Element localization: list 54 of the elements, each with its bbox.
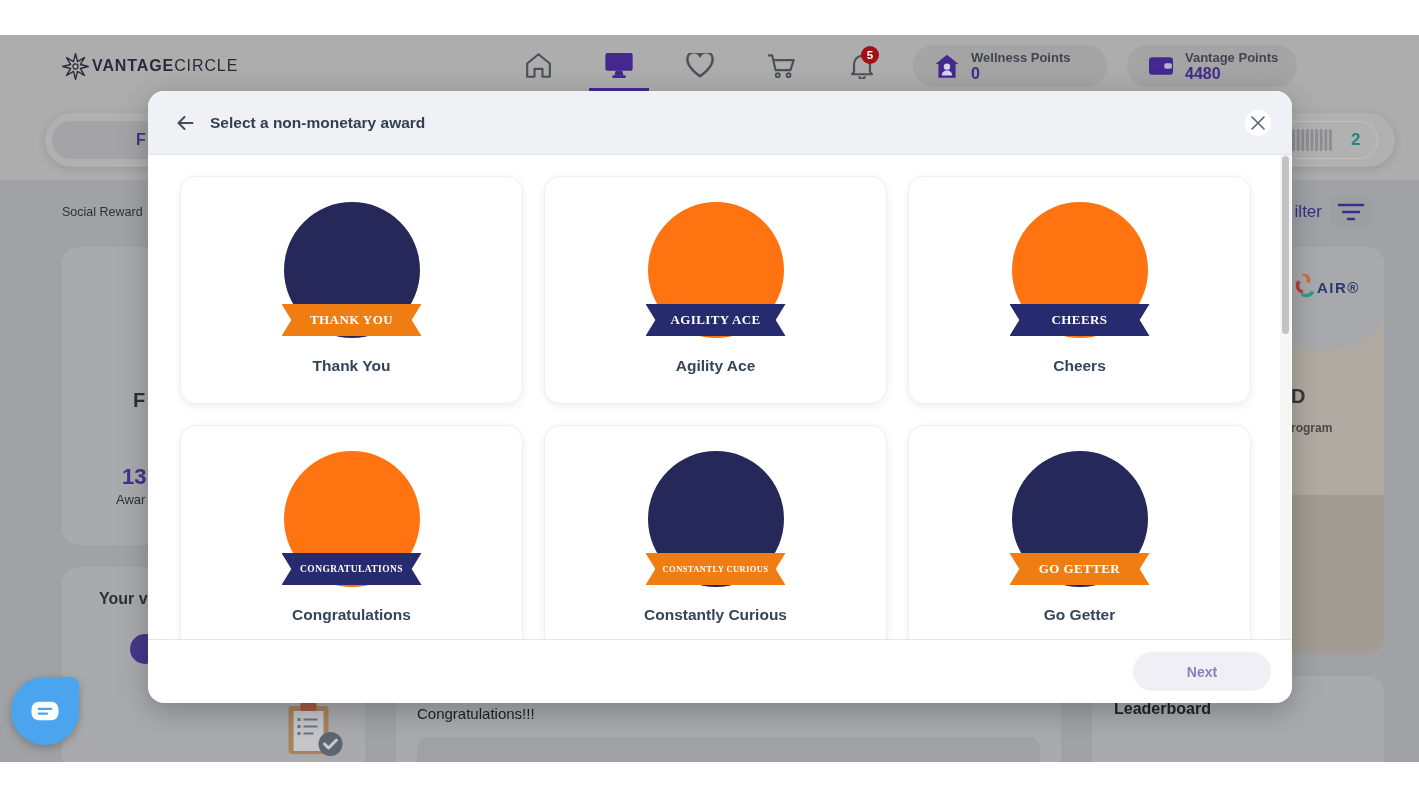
points-value: 4480 xyxy=(1185,64,1221,83)
award-card[interactable]: GO GETTER Go Getter xyxy=(908,425,1251,639)
badge-ribbon: GO GETTER xyxy=(1009,553,1150,585)
award-card[interactable]: CHEERS Cheers xyxy=(908,176,1251,404)
logo-text[interactable]: VANTAGECIRCLE xyxy=(92,57,239,75)
award-name: Agility Ace xyxy=(675,356,756,375)
scrollbar-thumb[interactable] xyxy=(1282,156,1289,334)
card-title: F xyxy=(133,388,146,412)
post-text: Congratulations!!! xyxy=(417,705,535,723)
leaderboard-title: Leaderboard xyxy=(1114,700,1211,717)
award-card[interactable]: CONSTANTLY CURIOUS Constantly Curious xyxy=(544,425,887,639)
badge-ribbon: CONGRATULATIONS xyxy=(281,553,422,585)
cart-icon xyxy=(767,53,795,78)
dialog-title: Select a non-monetary award xyxy=(210,113,426,132)
bell-icon xyxy=(851,52,873,79)
logo-text: AIR® xyxy=(1317,280,1360,296)
breadcrumb-label: Social Reward xyxy=(62,204,143,221)
monitor-icon xyxy=(605,53,633,78)
heart-icon xyxy=(686,53,714,78)
notification-badge: 5 xyxy=(861,46,879,64)
award-name: Thank You xyxy=(312,356,391,375)
points-label: Wellness Points xyxy=(971,49,1071,65)
stripes-icon xyxy=(1292,129,1332,151)
close-button[interactable] xyxy=(1245,109,1271,136)
count-caption: Awar xyxy=(116,492,146,508)
house-person-icon xyxy=(935,54,959,78)
program-subtitle: rogram xyxy=(1291,421,1333,435)
badge-ribbon: AGILITY ACE xyxy=(645,304,786,336)
wallet-icon xyxy=(1149,57,1173,75)
close-icon xyxy=(1251,115,1265,130)
award-card[interactable]: THANK YOU Thank You xyxy=(180,176,523,404)
award-card[interactable]: AGILITY ACE Agility Ace xyxy=(544,176,887,404)
points-label: Vantage Points xyxy=(1185,49,1279,65)
badge-ribbon: THANK YOU xyxy=(281,304,422,336)
award-name: Cheers xyxy=(1053,356,1106,375)
award-name: Go Getter xyxy=(1043,605,1116,624)
home-icon xyxy=(525,53,551,78)
nav-tab[interactable]: 5 xyxy=(832,45,892,91)
award-card[interactable]: CONGRATULATIONS Congratulations xyxy=(180,425,523,639)
filter-label[interactable]: ilter xyxy=(1294,202,1322,222)
card-title: Your v xyxy=(99,589,148,609)
award-count: 13 xyxy=(122,465,147,489)
star-logo-icon xyxy=(62,52,89,80)
badge-ribbon: CHEERS xyxy=(1009,304,1150,336)
points-value: 0 xyxy=(971,64,981,83)
count-value: 2 xyxy=(1351,130,1361,150)
scrollbar[interactable] xyxy=(1280,155,1291,639)
badge-ribbon: CONSTANTLY CURIOUS xyxy=(645,553,786,585)
chat-icon xyxy=(31,701,59,721)
award-name: Congratulations xyxy=(292,605,411,624)
program-title: D xyxy=(1291,384,1306,408)
award-name: Constantly Curious xyxy=(644,605,787,624)
chat-button[interactable] xyxy=(11,677,79,745)
back-arrow-icon xyxy=(176,115,194,130)
